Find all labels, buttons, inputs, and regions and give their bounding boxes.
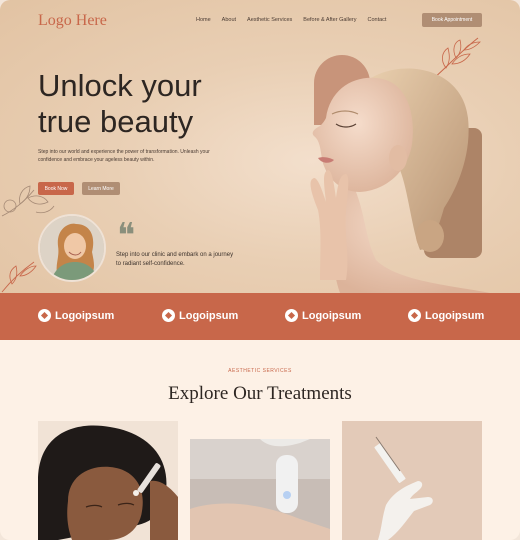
partner-logo-label: Logoipsum (179, 309, 239, 322)
landing-page: Logo Here Home About Aesthetic Services … (0, 0, 520, 540)
treatment-card-injection[interactable] (342, 421, 482, 540)
services-title: Explore Our Treatments (168, 383, 352, 404)
nav-item-about[interactable]: About (222, 17, 236, 23)
avatar-image (40, 216, 104, 280)
hero-section: Logo Here Home About Aesthetic Services … (0, 0, 520, 293)
main-nav: Home About Aesthetic Services Before & A… (196, 17, 397, 23)
partner-logo: Logoipsum (285, 309, 361, 322)
headline-line-1: Unlock your (38, 68, 202, 103)
nav-item-gallery[interactable]: Before & After Gallery (303, 17, 356, 23)
logoipsum-icon (38, 309, 51, 322)
hero-headline: Unlock your true beauty (38, 68, 268, 140)
treatment-card-skincare[interactable] (38, 421, 178, 540)
nav-item-home[interactable]: Home (196, 17, 211, 23)
hero-woman-image (310, 68, 490, 293)
treatment-card-device[interactable] (190, 439, 330, 540)
quote-icon: ❝ (117, 218, 136, 255)
hero-subtext: Step into our world and experience the p… (38, 149, 210, 163)
site-logo[interactable]: Logo Here (38, 12, 107, 30)
partner-logo: Logoipsum (38, 309, 114, 322)
leaf-corner-icon (1, 261, 37, 293)
book-now-button[interactable]: Book Now (38, 182, 74, 195)
partner-logo-label: Logoipsum (302, 309, 362, 322)
logoipsum-icon (408, 309, 421, 322)
nav-item-aesthetic-services[interactable]: Aesthetic Services (247, 17, 292, 23)
treatment-image-skincare (38, 421, 178, 540)
nav-item-contact[interactable]: Contact (368, 17, 387, 23)
treatment-image-injection (342, 421, 482, 540)
treatment-image-device (190, 439, 330, 540)
partner-logo: Logoipsum (162, 309, 238, 322)
partner-logo-label: Logoipsum (55, 309, 115, 322)
testimonial-text: Step into our clinic and embark on a jou… (116, 252, 234, 267)
testimonial-avatar (38, 214, 106, 282)
services-eyebrow: AESTHETIC SERVICES (228, 368, 292, 374)
partner-logo: Logoipsum (408, 309, 484, 322)
partner-logo-label: Logoipsum (425, 309, 485, 322)
logoipsum-icon (285, 309, 298, 322)
book-appointment-button[interactable]: Book Appointment (422, 13, 482, 27)
logoipsum-icon (162, 309, 175, 322)
learn-more-button[interactable]: Learn More (82, 182, 120, 195)
headline-line-2: true beauty (38, 104, 194, 139)
